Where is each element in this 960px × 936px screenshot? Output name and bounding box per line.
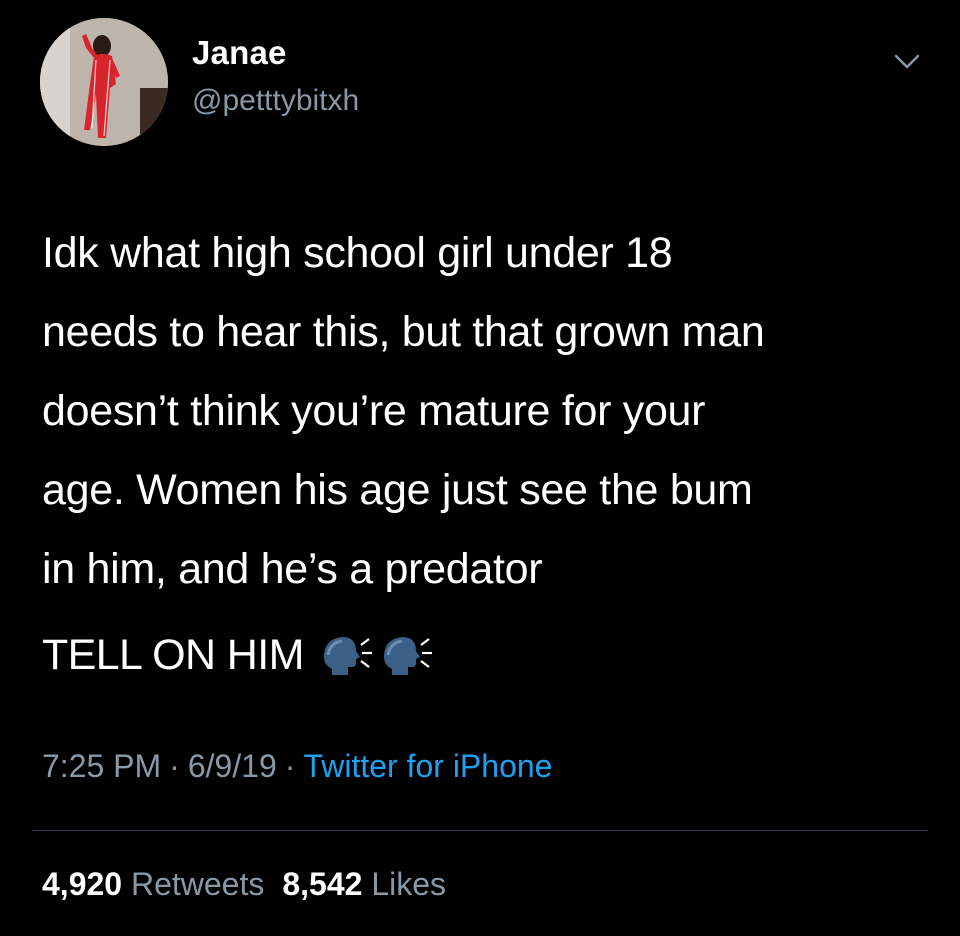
- speaking-head-emoji: [323, 637, 372, 675]
- likes-count: 8,542: [282, 866, 363, 902]
- likes-stat[interactable]: 8,542 Likes: [282, 866, 446, 902]
- tweet-stats: 4,920 Retweets 8,542 Likes: [42, 866, 446, 903]
- tweet-text-second: TELL ON HIM: [42, 625, 438, 685]
- tweet-time: 7:25 PM: [42, 748, 162, 784]
- tweet-date: 6/9/19: [187, 748, 277, 784]
- tweet-meta: 7:25 PM · 6/9/19 · Twitter for iPhone: [42, 748, 552, 785]
- meta-separator: ·: [169, 748, 180, 784]
- tweet-text: Idk what high school girl under 18 needs…: [42, 229, 765, 593]
- author-name[interactable]: Janae: [192, 34, 287, 72]
- emoji-group: [318, 631, 438, 679]
- tweet-card: Janae @petttybitxh Idk what high school …: [0, 0, 960, 936]
- tweet-source-link[interactable]: Twitter for iPhone: [303, 748, 552, 784]
- avatar-photo: [40, 18, 168, 146]
- avatar[interactable]: [40, 18, 168, 146]
- retweets-stat[interactable]: 4,920 Retweets: [42, 866, 264, 902]
- retweets-count: 4,920: [42, 866, 123, 902]
- speaking-head-emoji: [383, 637, 432, 675]
- author-handle[interactable]: @petttybitxh: [192, 84, 359, 118]
- likes-label: Likes: [371, 866, 447, 902]
- divider: [32, 830, 928, 831]
- meta-separator: ·: [284, 748, 296, 784]
- chevron-down-icon[interactable]: [893, 52, 921, 72]
- tweet-text-callout: TELL ON HIM: [42, 631, 304, 679]
- retweets-label: Retweets: [130, 866, 265, 902]
